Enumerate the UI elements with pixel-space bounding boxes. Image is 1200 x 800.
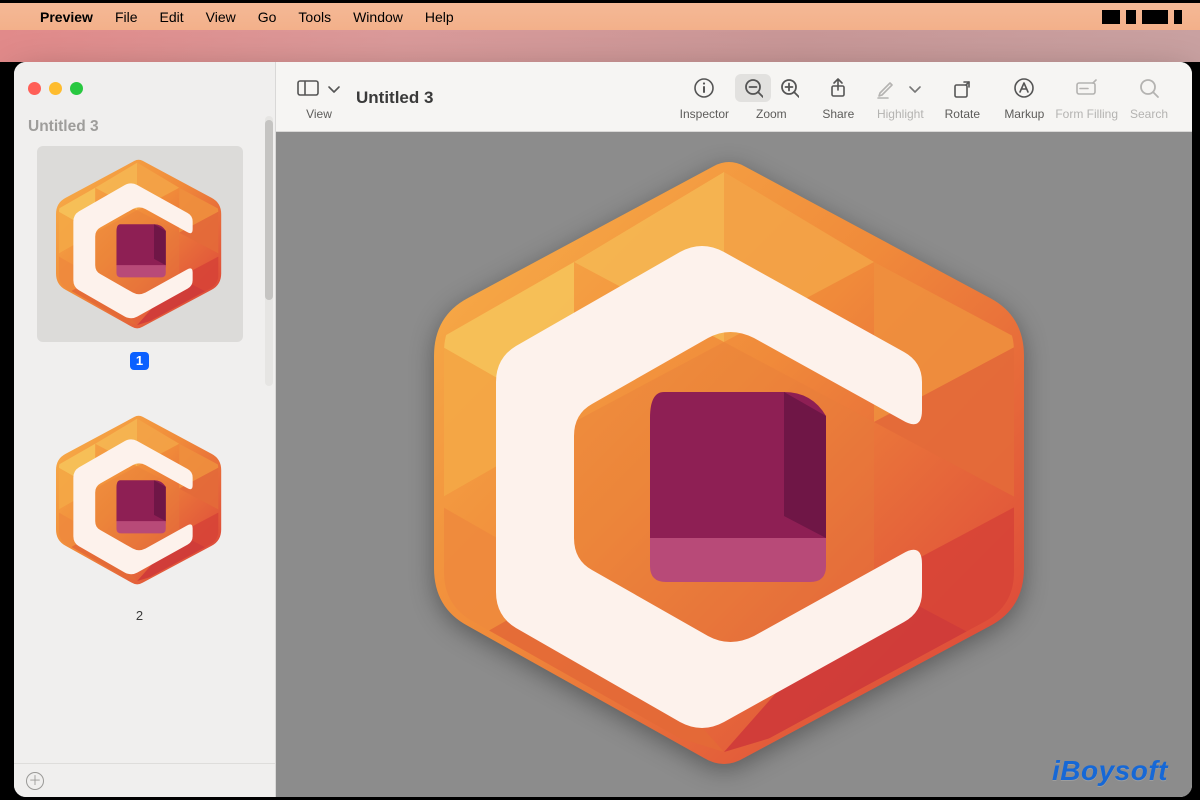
toolbar-search[interactable]: Search xyxy=(1118,74,1180,121)
toolbar-rotate-label: Rotate xyxy=(945,107,980,121)
info-icon xyxy=(693,77,715,99)
thumbnail-list[interactable]: 1 2 xyxy=(14,146,275,763)
toolbar-markup-label: Markup xyxy=(1004,107,1044,121)
close-window-button[interactable] xyxy=(28,82,41,95)
chevron-down-icon xyxy=(325,80,341,96)
sidebar-footer: ＋ xyxy=(14,763,275,797)
highlight-icon xyxy=(875,77,897,99)
sidebar-scrollbar-thumb[interactable] xyxy=(265,120,273,300)
thumbnail-label: 1 xyxy=(130,352,149,370)
page-thumbnail[interactable] xyxy=(37,402,243,598)
toolbar-inspector[interactable]: Inspector xyxy=(673,74,735,121)
preview-window: Untitled 3 1 2 ＋ xyxy=(14,62,1192,797)
hex-c-icon xyxy=(50,410,229,591)
desktop-background-strip xyxy=(0,30,1200,62)
menubar-app-name[interactable]: Preview xyxy=(40,9,93,25)
toolbar-search-label: Search xyxy=(1130,107,1168,121)
toolbar-highlight-label: Highlight xyxy=(877,107,924,121)
toolbar-inspector-label: Inspector xyxy=(680,107,729,121)
toolbar-view[interactable]: View xyxy=(288,74,350,121)
menubar-item-view[interactable]: View xyxy=(206,9,236,25)
form-icon xyxy=(1075,77,1099,99)
add-page-button[interactable]: ＋ xyxy=(26,772,44,790)
sidebar-title: Untitled 3 xyxy=(14,114,275,146)
macos-menubar: Preview File Edit View Go Tools Window H… xyxy=(0,0,1200,30)
zoom-window-button[interactable] xyxy=(70,82,83,95)
menubar-item-window[interactable]: Window xyxy=(353,9,403,25)
share-icon xyxy=(827,77,849,99)
menubar-item-file[interactable]: File xyxy=(115,9,138,25)
document-title[interactable]: Untitled 3 xyxy=(356,88,433,108)
minimize-window-button[interactable] xyxy=(49,82,62,95)
menubar-item-edit[interactable]: Edit xyxy=(160,9,184,25)
main-pane: View Untitled 3 Inspector Zoom xyxy=(276,62,1192,797)
markup-icon xyxy=(1013,77,1035,99)
thumbnail-item[interactable]: 2 xyxy=(14,402,265,623)
toolbar-rotate[interactable]: Rotate xyxy=(931,74,993,121)
search-icon xyxy=(1138,77,1160,99)
toolbar-form-filling: Form Filling xyxy=(1055,74,1118,121)
thumbnail-item[interactable]: 1 xyxy=(14,146,265,370)
hex-c-icon xyxy=(50,154,229,335)
menubar-item-tools[interactable]: Tools xyxy=(298,9,331,25)
toolbar-zoom: Zoom xyxy=(735,74,807,121)
watermark-text: iBoysoft xyxy=(1052,755,1168,787)
toolbar-markup[interactable]: Markup xyxy=(993,74,1055,121)
menubar-status-area xyxy=(1102,10,1182,24)
toolbar-form-label: Form Filling xyxy=(1055,107,1118,121)
toolbar: View Untitled 3 Inspector Zoom xyxy=(276,62,1192,132)
toolbar-share[interactable]: Share xyxy=(807,74,869,121)
thumbnail-label: 2 xyxy=(136,608,143,623)
zoom-out-button[interactable] xyxy=(735,74,771,102)
page-thumbnail[interactable] xyxy=(37,655,243,745)
rotate-icon xyxy=(951,77,973,99)
menubar-item-help[interactable]: Help xyxy=(425,9,454,25)
zoom-in-button[interactable] xyxy=(771,74,807,102)
chevron-down-icon xyxy=(903,74,925,102)
sidebar-icon xyxy=(297,78,319,98)
menubar-item-go[interactable]: Go xyxy=(258,9,277,25)
image-canvas[interactable]: iBoysoft xyxy=(276,132,1192,797)
thumbnail-item[interactable] xyxy=(14,655,265,745)
toolbar-zoom-label: Zoom xyxy=(756,107,787,121)
thumbnail-sidebar: Untitled 3 1 2 ＋ xyxy=(14,62,276,797)
toolbar-share-label: Share xyxy=(822,107,854,121)
window-traffic-lights xyxy=(14,62,275,114)
toolbar-view-label: View xyxy=(306,107,332,121)
toolbar-highlight: Highlight xyxy=(869,74,931,121)
hex-c-icon xyxy=(414,142,1054,787)
page-thumbnail[interactable] xyxy=(37,146,243,342)
